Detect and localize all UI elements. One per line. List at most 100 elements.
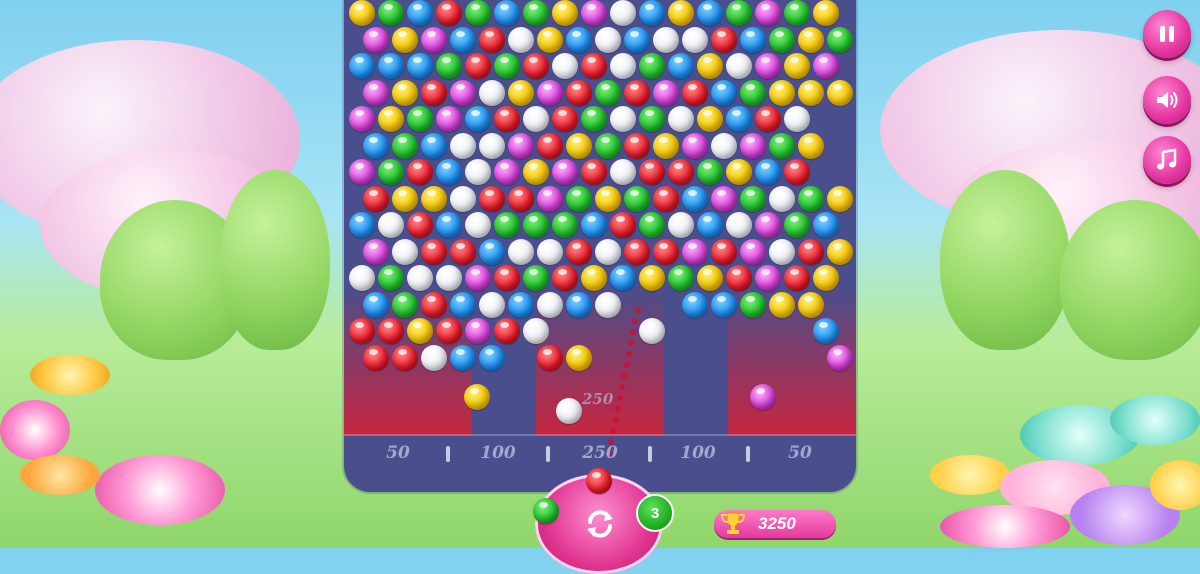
trophy-icon — [720, 512, 746, 534]
aim-dot — [612, 417, 619, 423]
bubble — [769, 185, 795, 212]
bubble — [407, 53, 433, 79]
candy-decoration — [940, 505, 1070, 548]
bubble — [523, 0, 549, 26]
bubble — [552, 0, 578, 26]
current-bubble[interactable] — [586, 468, 612, 494]
bubble — [697, 212, 723, 238]
bubble — [494, 159, 520, 185]
bubble — [726, 53, 752, 79]
bubble — [798, 185, 824, 212]
bubble — [407, 0, 433, 26]
bubble — [798, 291, 824, 318]
candy-decoration — [1110, 395, 1200, 445]
bubble — [436, 265, 462, 291]
bubble — [378, 318, 404, 344]
bubble — [697, 106, 723, 132]
bubble — [378, 212, 404, 238]
bubble — [552, 106, 578, 132]
bubble — [523, 318, 549, 344]
bubble — [566, 238, 592, 265]
bubble — [392, 291, 418, 318]
candy-decoration — [930, 455, 1010, 495]
score-zone-label: 50 — [386, 443, 410, 463]
bubble — [740, 79, 766, 106]
bubble — [566, 79, 592, 106]
bubble — [450, 79, 476, 106]
bubble — [421, 291, 447, 318]
bubble — [392, 344, 418, 371]
bubble — [769, 26, 795, 53]
bubble — [407, 265, 433, 291]
tree — [220, 170, 330, 350]
bubble — [755, 159, 781, 185]
bubble — [566, 132, 592, 159]
bubble — [349, 159, 375, 185]
bubble — [363, 132, 389, 159]
bubble — [407, 318, 433, 344]
bubble — [682, 132, 708, 159]
bubble — [784, 159, 810, 185]
bubble — [740, 238, 766, 265]
bubble — [595, 291, 621, 318]
bubble — [784, 53, 810, 79]
bubble — [363, 26, 389, 53]
swap-button[interactable] — [576, 500, 624, 548]
bubble — [697, 53, 723, 79]
bubble — [653, 185, 679, 212]
pause-button[interactable] — [1143, 10, 1191, 58]
bubble — [827, 26, 853, 53]
bubble — [537, 344, 563, 371]
bubble — [523, 106, 549, 132]
bubble — [421, 79, 447, 106]
bubble — [479, 26, 505, 53]
bubble — [378, 0, 404, 26]
bubble — [494, 53, 520, 79]
bubble — [653, 238, 679, 265]
bubble — [363, 344, 389, 371]
bubble — [653, 79, 679, 106]
bubble — [740, 132, 766, 159]
bubble — [711, 185, 737, 212]
bubble — [711, 26, 737, 53]
bubble — [769, 79, 795, 106]
aim-dot — [625, 351, 632, 357]
bubble — [349, 106, 375, 132]
bubble — [479, 132, 505, 159]
bubble — [363, 185, 389, 212]
bubble — [566, 344, 592, 371]
next-bubble[interactable] — [533, 498, 559, 524]
bubble — [421, 26, 447, 53]
bubble — [363, 79, 389, 106]
bubble — [726, 265, 752, 291]
bubble — [450, 26, 476, 53]
bubble — [610, 0, 636, 26]
bubble — [581, 106, 607, 132]
bubble — [378, 265, 404, 291]
bubble — [537, 26, 563, 53]
bubble — [827, 185, 853, 212]
aim-dot — [617, 395, 623, 401]
bubble — [653, 132, 679, 159]
bubble — [407, 159, 433, 185]
bubble — [726, 0, 752, 26]
bubble — [465, 106, 491, 132]
aim-dot — [614, 406, 621, 412]
bubble — [639, 318, 665, 344]
bubble — [798, 132, 824, 159]
bubble — [653, 26, 679, 53]
bubble — [610, 106, 636, 132]
sound-button[interactable] — [1143, 76, 1191, 124]
bubble — [436, 318, 462, 344]
game-board[interactable]: 250 50 100 250 100 50 — [344, 0, 856, 492]
bubble — [726, 106, 752, 132]
bubble — [595, 238, 621, 265]
bubble — [581, 159, 607, 185]
bubble — [798, 238, 824, 265]
music-button[interactable] — [1143, 136, 1191, 184]
bubble — [726, 159, 752, 185]
bubble — [421, 185, 447, 212]
bubble — [421, 344, 447, 371]
falling-bubble — [750, 384, 776, 410]
bubble — [494, 212, 520, 238]
